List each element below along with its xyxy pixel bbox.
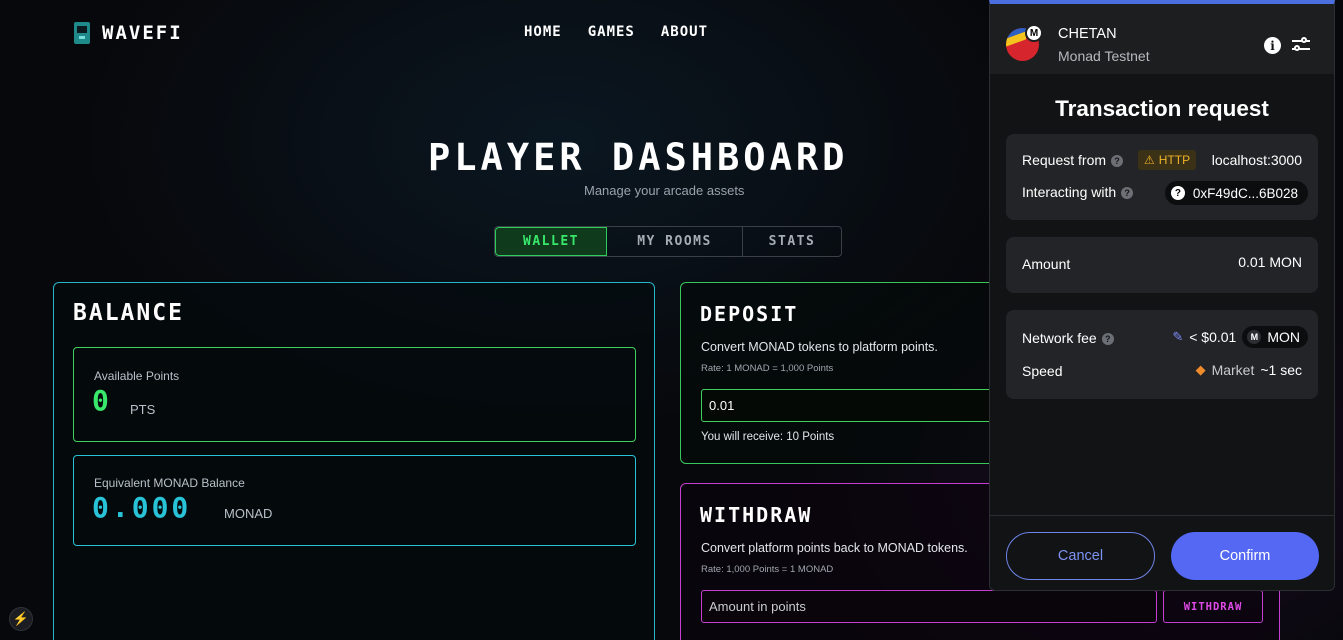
amount-card: Amount 0.01 MON (1006, 237, 1318, 293)
fox-icon: ◆ (1195, 362, 1206, 377)
amount-value: 0.01 MON (1238, 254, 1302, 270)
withdraw-button[interactable]: WITHDRAW (1163, 590, 1263, 623)
available-points-card: Available Points 0 PTS (73, 347, 636, 442)
points-unit: PTS (130, 402, 156, 417)
withdraw-title: WITHDRAW (700, 503, 813, 527)
wallet-footer: Cancel Confirm (990, 515, 1334, 590)
contract-address: 0xF49dC...6B028 (1192, 185, 1298, 201)
monad-token-icon: M (1247, 330, 1262, 344)
info-icon[interactable]: i (1264, 37, 1281, 54)
withdraw-description: Convert platform points back to MONAD to… (701, 541, 968, 555)
deposit-description: Convert MONAD tokens to platform points. (701, 340, 938, 354)
request-from-value: localhost:3000 (1211, 152, 1302, 168)
available-points-value: 0 (92, 384, 112, 417)
speed-time: ~1 sec (1260, 362, 1302, 378)
dashboard-tabs: WALLET MY ROOMS STATS (494, 226, 842, 257)
pencil-icon[interactable]: ✎ (1172, 329, 1183, 345)
withdraw-rate: Rate: 1,000 Points = 1 MONAD (701, 564, 834, 575)
network-fee-label-text: Network fee (1022, 330, 1097, 346)
network-fee-amount: < $0.01 (1189, 329, 1237, 345)
balance-title: BALANCE (73, 300, 184, 326)
main-nav: HOME GAMES ABOUT (524, 24, 708, 40)
unknown-contract-icon: ? (1170, 186, 1185, 200)
network-fee-label: Network fee? (1022, 330, 1114, 346)
question-icon[interactable]: ? (1111, 155, 1124, 167)
interacting-with-label-text: Interacting with (1022, 184, 1117, 200)
cancel-button[interactable]: Cancel (1006, 532, 1155, 580)
confirm-button[interactable]: Confirm (1171, 532, 1319, 580)
speed-label: Speed (1022, 363, 1063, 379)
question-icon[interactable]: ? (1121, 187, 1134, 199)
request-card: Request from? ⚠ HTTP localhost:3000 Inte… (1006, 134, 1318, 220)
deposit-title: DEPOSIT (700, 302, 799, 326)
warning-icon: ⚠ (1144, 153, 1155, 167)
tab-my-rooms[interactable]: MY ROOMS (607, 227, 743, 256)
monad-balance-card: Equivalent MONAD Balance 0.000 MONAD (73, 455, 636, 546)
available-points-label: Available Points (94, 369, 180, 383)
tab-wallet[interactable]: WALLET (495, 227, 607, 256)
speed-value[interactable]: ◆ Market ~1 sec (1196, 362, 1302, 378)
settings-sliders-icon[interactable] (1292, 36, 1310, 54)
fee-token: MON (1267, 329, 1300, 345)
network-badge: M (1025, 24, 1043, 42)
monad-balance-label: Equivalent MONAD Balance (94, 476, 245, 490)
fee-token-pill: M MON (1242, 326, 1308, 348)
tab-stats[interactable]: STATS (743, 227, 841, 256)
network-name: Monad Testnet (1058, 48, 1150, 64)
amount-label: Amount (1022, 256, 1071, 272)
bolt-icon[interactable]: ⚡ (9, 607, 33, 631)
contract-address-pill[interactable]: ? 0xF49dC...6B028 (1164, 181, 1308, 205)
http-badge: ⚠ HTTP (1138, 150, 1197, 170)
account-name[interactable]: CHETAN (1058, 26, 1117, 42)
nav-games-link[interactable]: GAMES (588, 24, 635, 40)
deposit-rate: Rate: 1 MONAD = 1,000 Points (701, 363, 834, 374)
network-fee-value: ✎ < $0.01 M MON (1172, 326, 1308, 348)
monad-unit: MONAD (224, 506, 273, 521)
withdraw-amount-input[interactable] (701, 590, 1157, 623)
nav-home-link[interactable]: HOME (524, 24, 562, 40)
wallet-popup: M CHETAN Monad Testnet i Transaction req… (989, 0, 1335, 591)
nav-about-link[interactable]: ABOUT (661, 24, 708, 40)
wallet-header: M CHETAN Monad Testnet i (990, 4, 1334, 74)
request-from-label: Request from? (1022, 152, 1124, 168)
transaction-title: Transaction request (1055, 96, 1269, 121)
speed-market: Market (1211, 362, 1255, 378)
logo[interactable]: WAVEFI (72, 22, 183, 44)
deposit-receive-text: You will receive: 10 Points (701, 431, 835, 443)
http-badge-text: HTTP (1158, 153, 1191, 167)
request-from-label-text: Request from (1022, 152, 1107, 168)
page-title: PLAYER DASHBOARD (428, 136, 849, 179)
arcade-cabinet-icon (72, 22, 92, 44)
page-subtitle: Manage your arcade assets (584, 183, 745, 198)
balance-panel: BALANCE Available Points 0 PTS Equivalen… (53, 282, 655, 640)
question-icon[interactable]: ? (1101, 333, 1114, 345)
monad-balance-value: 0.000 (92, 491, 192, 524)
logo-text: WAVEFI (102, 22, 183, 44)
interacting-with-label: Interacting with? (1022, 184, 1134, 200)
fee-card: Network fee? ✎ < $0.01 M MON Speed ◆ Mar… (1006, 310, 1318, 399)
